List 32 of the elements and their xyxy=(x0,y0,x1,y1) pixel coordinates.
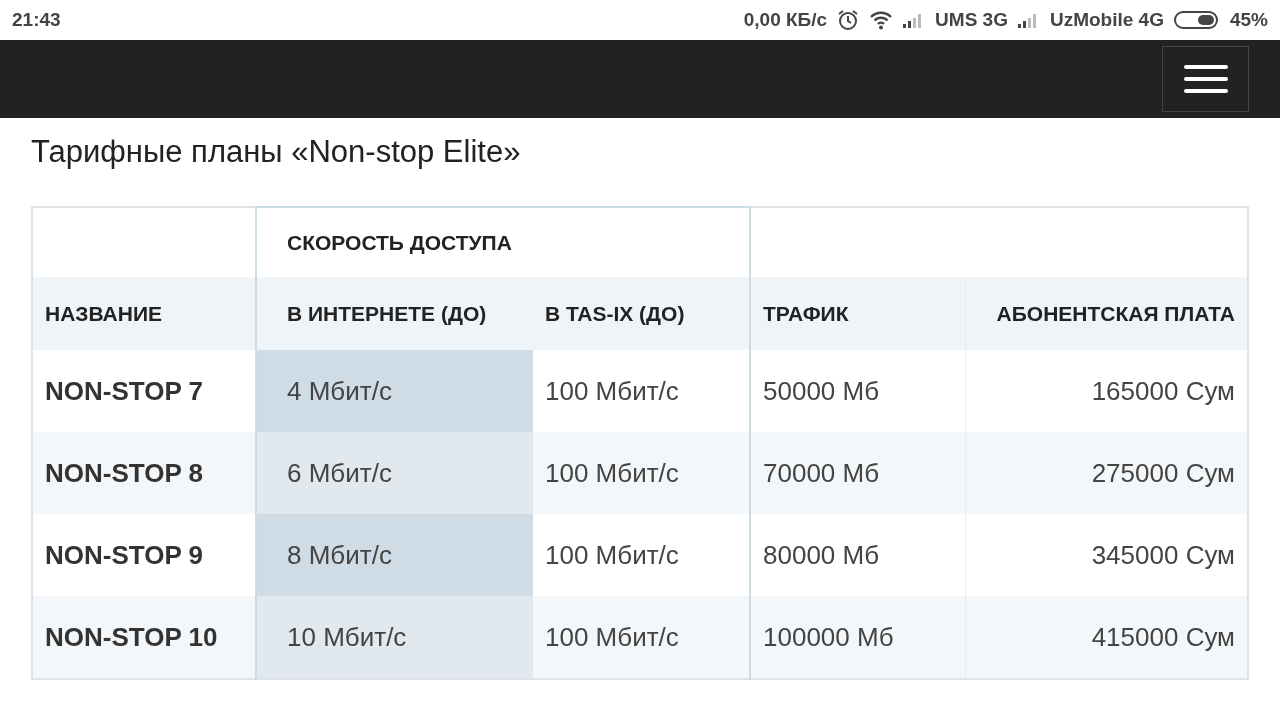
table-cell: NON-STOP 8 xyxy=(32,432,256,514)
table-cell: NON-STOP 9 xyxy=(32,514,256,596)
column-header: В TAS-IX (ДО) xyxy=(533,277,750,350)
table-cell: 100 Мбит/с xyxy=(533,432,750,514)
table-cell: NON-STOP 7 xyxy=(32,350,256,432)
table-cell: 100 Мбит/с xyxy=(533,596,750,679)
table-cell: 8 Мбит/с xyxy=(256,514,533,596)
battery-percent: 45% xyxy=(1229,9,1268,31)
page-title: Тарифные планы «Non-stop Elite» xyxy=(31,134,522,171)
menu-icon xyxy=(1183,65,1228,93)
table-cell: 50000 Мб xyxy=(750,350,965,432)
table-cell: 415000 Сум xyxy=(965,596,1248,679)
carrier-name: UzMobile 4G xyxy=(1049,9,1164,31)
table-cell: NON-STOP 10 xyxy=(32,596,256,679)
table-cell: 10 Мбит/с xyxy=(256,596,533,679)
column-header: АБОНЕНТСКАЯ ПЛАТА xyxy=(965,277,1248,350)
network-speed: 0,00 КБ/с xyxy=(743,9,828,31)
battery-icon xyxy=(1173,10,1220,30)
column-header: В ИНТЕРНЕТЕ (ДО) xyxy=(256,277,533,350)
table-cell: 80000 Мб xyxy=(750,514,965,596)
table-cell: 70000 Мб xyxy=(750,432,965,514)
menu-button[interactable] xyxy=(1162,46,1249,112)
table-cell: 275000 Сум xyxy=(965,432,1248,514)
table-cell: 100000 Мб xyxy=(750,596,965,679)
column-header: ТРАФИК xyxy=(750,277,965,350)
wifi-icon xyxy=(869,10,894,30)
table-cell: 6 Мбит/с xyxy=(256,432,533,514)
column-header: НАЗВАНИЕ xyxy=(32,277,256,350)
alarm-clock-icon xyxy=(837,9,860,31)
table-cell: 4 Мбит/с xyxy=(256,350,533,432)
carrier-name: UMS 3G xyxy=(935,9,1008,31)
clock-time: 21:43 xyxy=(12,9,61,31)
